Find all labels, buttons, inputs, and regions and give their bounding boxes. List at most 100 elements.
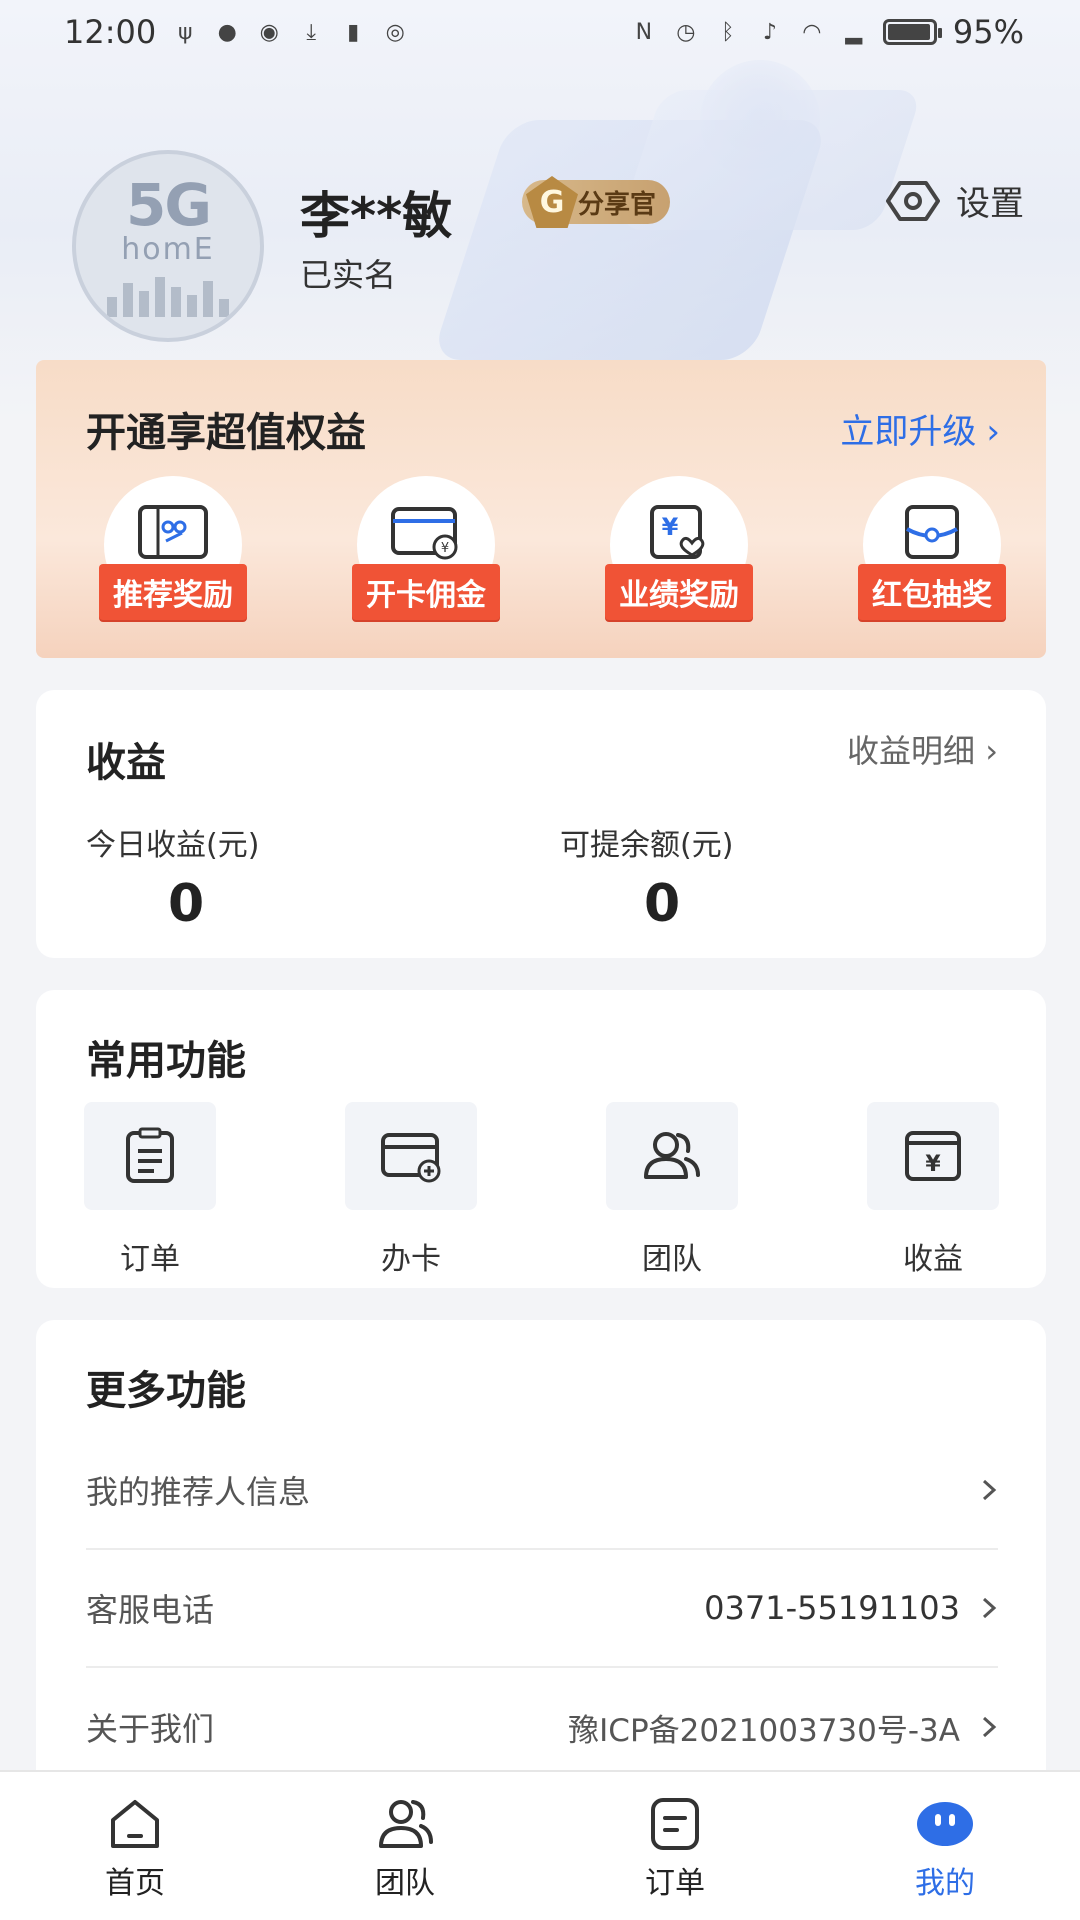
benefit-performance[interactable]: ¥ 业绩奖励	[594, 476, 764, 620]
svg-text:¥: ¥	[925, 1152, 941, 1177]
profile-face-icon	[917, 1802, 973, 1846]
badge-label: 分享官	[578, 189, 657, 220]
row-value-wrap: 豫ICP备2021003730号-3A	[568, 1705, 998, 1750]
nav-label: 我的	[915, 1866, 975, 1901]
function-icon-box	[84, 1102, 216, 1210]
clipboard-icon	[126, 1127, 174, 1183]
today-income-value: 0	[168, 874, 205, 934]
chevron-right-icon	[982, 1597, 997, 1619]
yuan-wallet-icon: ¥	[905, 1131, 961, 1181]
chevron-right-icon: ›	[985, 732, 998, 770]
avatar-logo-5g: 5G	[126, 170, 212, 239]
function-income[interactable]: ¥ 收益	[867, 1102, 999, 1278]
upgrade-benefits-card: 开通享超值权益 立即升级 › 推荐奖励 ¥ 开卡佣金 ¥ 业绩奖励 红包抽奖	[36, 360, 1046, 658]
function-team[interactable]: 团队	[606, 1102, 738, 1278]
function-label: 团队	[642, 1242, 702, 1277]
sharer-badge: G 分享官	[522, 176, 671, 228]
customer-service-phone: 0371-55191103	[704, 1589, 960, 1627]
team-icon	[379, 1800, 433, 1848]
more-functions-title: 更多功能	[86, 1368, 246, 1414]
row-label: 我的推荐人信息	[86, 1473, 311, 1511]
bottom-navigation: 首页 团队 订单 我的	[0, 1770, 1080, 1920]
sim-icon: ▮	[347, 19, 360, 45]
row-label: 关于我们	[86, 1710, 215, 1748]
nav-label: 首页	[105, 1866, 165, 1901]
alarm-icon: ◷	[676, 19, 696, 45]
settings-button[interactable]: 设置	[886, 176, 1024, 225]
function-icon-box: ¥	[867, 1102, 999, 1210]
function-label: 收益	[903, 1242, 963, 1277]
settings-gear-icon	[886, 180, 940, 221]
common-functions-title: 常用功能	[86, 1038, 246, 1084]
team-icon	[644, 1132, 700, 1179]
income-card: 收益 收益明细 › 今日收益(元) 0 可提余额(元) 0	[36, 690, 1046, 958]
avatar-skyline	[107, 276, 229, 317]
home-icon	[111, 1800, 159, 1848]
red-envelope-icon	[905, 505, 959, 559]
upgrade-now-link[interactable]: 立即升级 ›	[840, 404, 1000, 453]
status-time: 12:00	[64, 13, 157, 51]
benefit-referral[interactable]: 推荐奖励	[88, 476, 258, 620]
income-title: 收益	[86, 740, 166, 786]
download-icon: ⤓	[306, 19, 317, 45]
referral-card-icon	[138, 505, 208, 559]
svg-text:¥: ¥	[662, 513, 679, 541]
usb-icon: ψ	[177, 19, 193, 45]
mute-icon: ♪	[762, 19, 777, 45]
card-commission-icon: ¥	[391, 507, 458, 560]
row-label: 客服电话	[86, 1591, 215, 1629]
nav-label: 团队	[375, 1866, 435, 1901]
common-functions-card: 常用功能 订单 办卡 团队 ¥ 收益	[36, 990, 1046, 1288]
upgrade-link-label: 立即升级	[840, 412, 977, 452]
icp-number: 豫ICP备2021003730号-3A	[568, 1712, 960, 1749]
battery-icon	[882, 19, 942, 45]
benefit-red-envelope[interactable]: 红包抽奖	[847, 476, 1017, 620]
income-detail-link[interactable]: 收益明细 ›	[847, 726, 998, 772]
wifi-icon: ◠	[802, 19, 822, 45]
bluetooth-icon: ᛒ	[721, 19, 735, 45]
upgrade-title: 开通享超值权益	[86, 410, 366, 456]
avatar[interactable]: 5G homE	[72, 150, 264, 342]
browser-icon: ◉	[259, 19, 279, 45]
withdrawable-balance-value: 0	[644, 874, 681, 934]
benefit-label: 推荐奖励	[99, 564, 247, 620]
function-orders[interactable]: 订单	[84, 1102, 216, 1278]
row-customer-service[interactable]: 客服电话 0371-55191103	[86, 1550, 998, 1668]
benefit-card-commission[interactable]: ¥ 开卡佣金	[341, 476, 511, 620]
avatar-logo-home: homE	[121, 231, 215, 267]
row-value-wrap: 0371-55191103	[704, 1589, 998, 1627]
eye-icon: ◎	[385, 19, 405, 45]
signal-icon: ▂	[845, 19, 863, 45]
benefit-label: 红包抽奖	[858, 564, 1006, 620]
settings-label: 设置	[956, 184, 1024, 224]
withdrawable-balance-label: 可提余额(元)	[560, 828, 734, 863]
nav-home[interactable]: 首页	[0, 1772, 270, 1920]
notification-bell-icon: ●	[217, 19, 237, 45]
benefit-label: 开卡佣金	[352, 564, 500, 620]
row-about-us[interactable]: 关于我们 豫ICP备2021003730号-3A	[86, 1668, 998, 1786]
user-name: 李**敏	[300, 187, 453, 245]
chevron-right-icon	[982, 1716, 997, 1738]
today-income-label: 今日收益(元)	[86, 828, 260, 863]
function-apply-card[interactable]: 办卡	[345, 1102, 477, 1278]
nav-mine[interactable]: 我的	[810, 1772, 1080, 1920]
chevron-right-icon	[982, 1479, 997, 1501]
status-bar: 12:00 ψ ● ◉ ⤓ ▮ ◎ N ◷ ᛒ ♪ ◠ ▂ 95%	[0, 0, 1080, 64]
row-my-referrer[interactable]: 我的推荐人信息	[86, 1432, 998, 1550]
income-detail-label: 收益明细	[847, 732, 976, 770]
nav-label: 订单	[645, 1866, 705, 1901]
chevron-right-icon: ›	[986, 412, 1000, 452]
add-card-icon	[381, 1133, 441, 1183]
badge-shield-icon: G	[526, 176, 578, 228]
benefit-label: 业绩奖励	[605, 564, 753, 620]
order-icon	[651, 1798, 699, 1850]
performance-reward-icon: ¥	[650, 505, 705, 559]
function-label: 办卡	[381, 1242, 441, 1277]
verification-status: 已实名	[300, 256, 397, 294]
nav-orders[interactable]: 订单	[540, 1772, 810, 1920]
more-functions-card: 更多功能 我的推荐人信息 客服电话 0371-55191103 关于我们 豫IC…	[36, 1320, 1046, 1840]
nfc-icon: N	[635, 19, 653, 45]
function-icon-box	[345, 1102, 477, 1210]
nav-team[interactable]: 团队	[270, 1772, 540, 1920]
row-value-wrap	[980, 1477, 998, 1503]
